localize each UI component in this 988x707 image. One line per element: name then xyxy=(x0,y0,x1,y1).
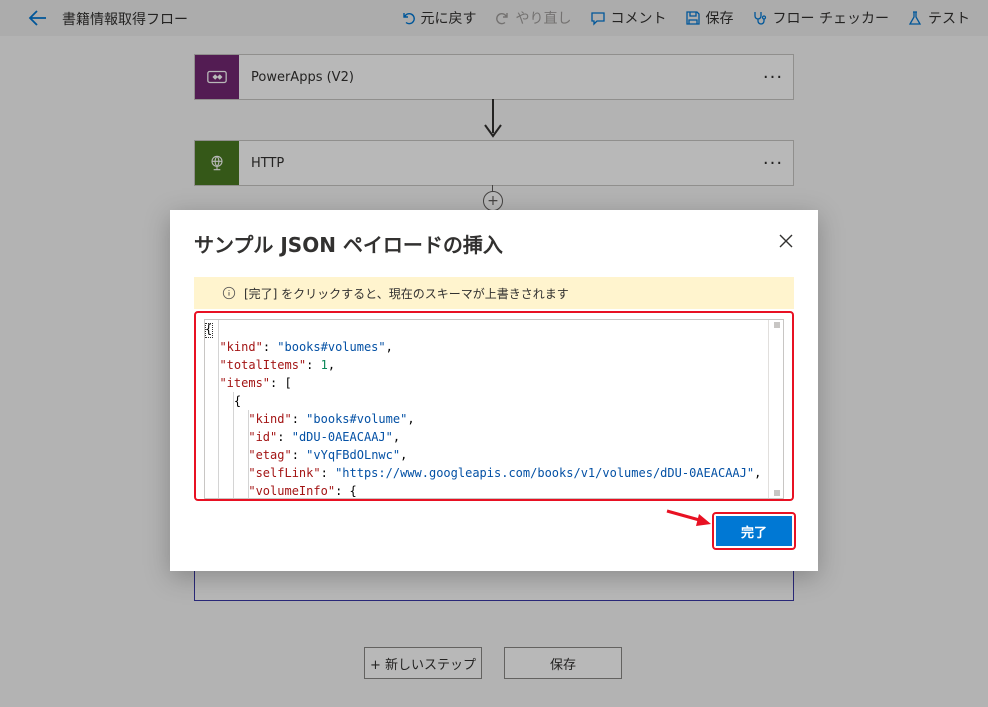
editor-highlight: { "kind": "books#volumes", "totalItems":… xyxy=(194,311,794,501)
code-token: "books#volume" xyxy=(306,412,408,426)
code-token: "kind" xyxy=(219,340,263,354)
text-cursor xyxy=(205,323,213,338)
code-token: : xyxy=(277,430,292,444)
info-text: [完了] をクリックすると、現在のスキーマが上書きされます xyxy=(244,286,569,301)
code-token: "selfLink" xyxy=(248,466,321,480)
code-token: , xyxy=(392,430,401,444)
code-token: : [ xyxy=(270,376,292,390)
code-token: , xyxy=(754,466,762,480)
json-payload-editor[interactable]: { "kind": "books#volumes", "totalItems":… xyxy=(204,319,784,499)
editor-scrollbar[interactable] xyxy=(768,320,783,498)
code-line: "volumeInfo": { xyxy=(205,482,783,498)
code-token: : xyxy=(306,358,321,372)
code-line: "selfLink": "https://www.googleapis.com/… xyxy=(205,464,783,482)
code-line: "etag": "vYqFBdOLnwc", xyxy=(205,446,783,464)
code-token: "vYqFBdOLnwc" xyxy=(306,448,401,462)
code-lines: { "kind": "books#volumes", "totalItems":… xyxy=(205,320,783,498)
code-token: : { xyxy=(335,484,357,498)
code-line: "items": [ xyxy=(205,374,783,392)
code-line: "totalItems": 1, xyxy=(205,356,783,374)
insert-json-dialog: サンプル JSON ペイロードの挿入 [完了] をクリックすると、現在のスキーマ… xyxy=(170,210,818,571)
red-arrow-annotation xyxy=(666,509,711,526)
info-icon xyxy=(222,286,236,300)
code-line: "id": "dDU-0AEACAAJ", xyxy=(205,428,783,446)
indent-guide xyxy=(218,320,219,498)
code-token: "id" xyxy=(248,430,278,444)
code-line: { xyxy=(205,392,783,410)
scroll-down-icon[interactable] xyxy=(774,490,780,496)
code-token: "books#volumes" xyxy=(277,340,386,354)
code-token: , xyxy=(400,448,408,462)
code-token: "kind" xyxy=(248,412,292,426)
info-banner: [完了] をクリックすると、現在のスキーマが上書きされます xyxy=(194,277,794,309)
scroll-up-icon[interactable] xyxy=(774,322,780,328)
code-token: "items" xyxy=(219,376,271,390)
code-token: : xyxy=(291,448,307,462)
code-token: "volumeInfo" xyxy=(248,484,336,498)
code-token: , xyxy=(327,358,336,372)
code-token: "totalItems" xyxy=(219,358,307,372)
code-line: { xyxy=(205,320,783,338)
code-token: : xyxy=(262,340,278,354)
code-token: , xyxy=(407,412,415,426)
code-line: "kind": "books#volume", xyxy=(205,410,783,428)
code-token: "etag" xyxy=(248,448,292,462)
code-token: "https://www.googleapis.com/books/v1/vol… xyxy=(335,466,755,480)
code-line: "kind": "books#volumes", xyxy=(205,338,783,356)
code-token: , xyxy=(385,340,393,354)
code-token: { xyxy=(205,394,242,408)
indent-guide xyxy=(248,410,249,498)
code-token: "dDU-0AEACAAJ" xyxy=(291,430,393,444)
close-icon[interactable] xyxy=(776,231,796,251)
done-highlight: 完了 xyxy=(712,512,796,550)
code-token: : xyxy=(291,412,307,426)
code-token: : xyxy=(320,466,336,480)
indent-guide xyxy=(233,392,234,498)
dialog-title: サンプル JSON ペイロードの挿入 xyxy=(194,233,503,257)
code-token: 1 xyxy=(320,358,328,372)
done-button[interactable]: 完了 xyxy=(716,516,792,546)
